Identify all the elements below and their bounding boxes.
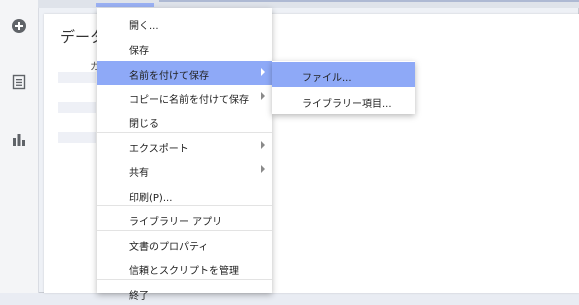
menu-item-open[interactable]: 開く... (97, 11, 272, 35)
menu-item-label: 名前を付けて保存 (129, 71, 209, 82)
top-border-line (159, 0, 579, 2)
submenu-item-library-item[interactable]: ライブラリー項目... (272, 88, 415, 113)
active-tab-indicator (96, 3, 154, 7)
placeholder-row (58, 102, 96, 113)
menu-separator (97, 230, 272, 231)
menu-item-library-app[interactable]: ライブラリー アプリ (97, 207, 272, 231)
placeholder-row (58, 132, 96, 143)
menu-item-save-as[interactable]: 名前を付けて保存 (97, 61, 272, 85)
bar-chart-icon[interactable] (11, 131, 27, 147)
menu-item-label: 開く... (129, 21, 159, 32)
plus-circle-icon[interactable] (11, 18, 27, 34)
submenu-item-file[interactable]: ファイル... (272, 62, 415, 87)
menu-item-label: エクスポート (129, 144, 189, 155)
chevron-right-icon (261, 165, 265, 173)
menu-item-print[interactable]: 印刷(P)... (97, 183, 272, 207)
submenu-item-label: ファイル... (302, 73, 352, 84)
menu-item-label: コピーに名前を付けて保存 (129, 95, 249, 106)
menu-item-document-properties[interactable]: 文書のプロパティ (97, 232, 272, 256)
menu-separator (97, 205, 272, 206)
menu-item-label: 保存 (129, 46, 149, 57)
menu-item-save[interactable]: 保存 (97, 36, 272, 60)
menu-item-label: 印刷(P)... (129, 193, 173, 204)
menu-separator (97, 279, 272, 280)
menu-item-label: 共有 (129, 168, 149, 179)
submenu-item-label: ライブラリー項目... (302, 99, 392, 110)
menu-separator (97, 132, 272, 133)
menu-item-share[interactable]: 共有 (97, 158, 272, 182)
chevron-right-icon (261, 141, 265, 149)
menu-item-close[interactable]: 閉じる (97, 109, 272, 133)
menu-item-trust-scripts[interactable]: 信頼とスクリプトを管理 (97, 256, 272, 280)
menu-item-label: 文書のプロパティ (129, 242, 209, 253)
menu-item-save-copy-as[interactable]: コピーに名前を付けて保存 (97, 85, 272, 109)
placeholder-row (58, 72, 96, 83)
document-icon[interactable] (11, 74, 27, 90)
menu-item-export[interactable]: エクスポート (97, 134, 272, 158)
chevron-right-icon (261, 68, 265, 76)
left-toolbar (0, 0, 39, 293)
menu-item-label: 終了 (129, 291, 149, 302)
top-strip (38, 0, 579, 8)
file-menu: 開く... 保存 名前を付けて保存 コピーに名前を付けて保存 閉じる エクスポー… (97, 8, 272, 302)
chevron-right-icon (261, 92, 265, 100)
menu-item-label: 信頼とスクリプトを管理 (129, 266, 239, 277)
save-as-submenu: ファイル... ライブラリー項目... (272, 61, 415, 114)
menu-item-label: ライブラリー アプリ (129, 217, 223, 228)
menu-item-exit[interactable]: 終了 (97, 281, 272, 305)
menu-item-label: 閉じる (129, 119, 159, 130)
